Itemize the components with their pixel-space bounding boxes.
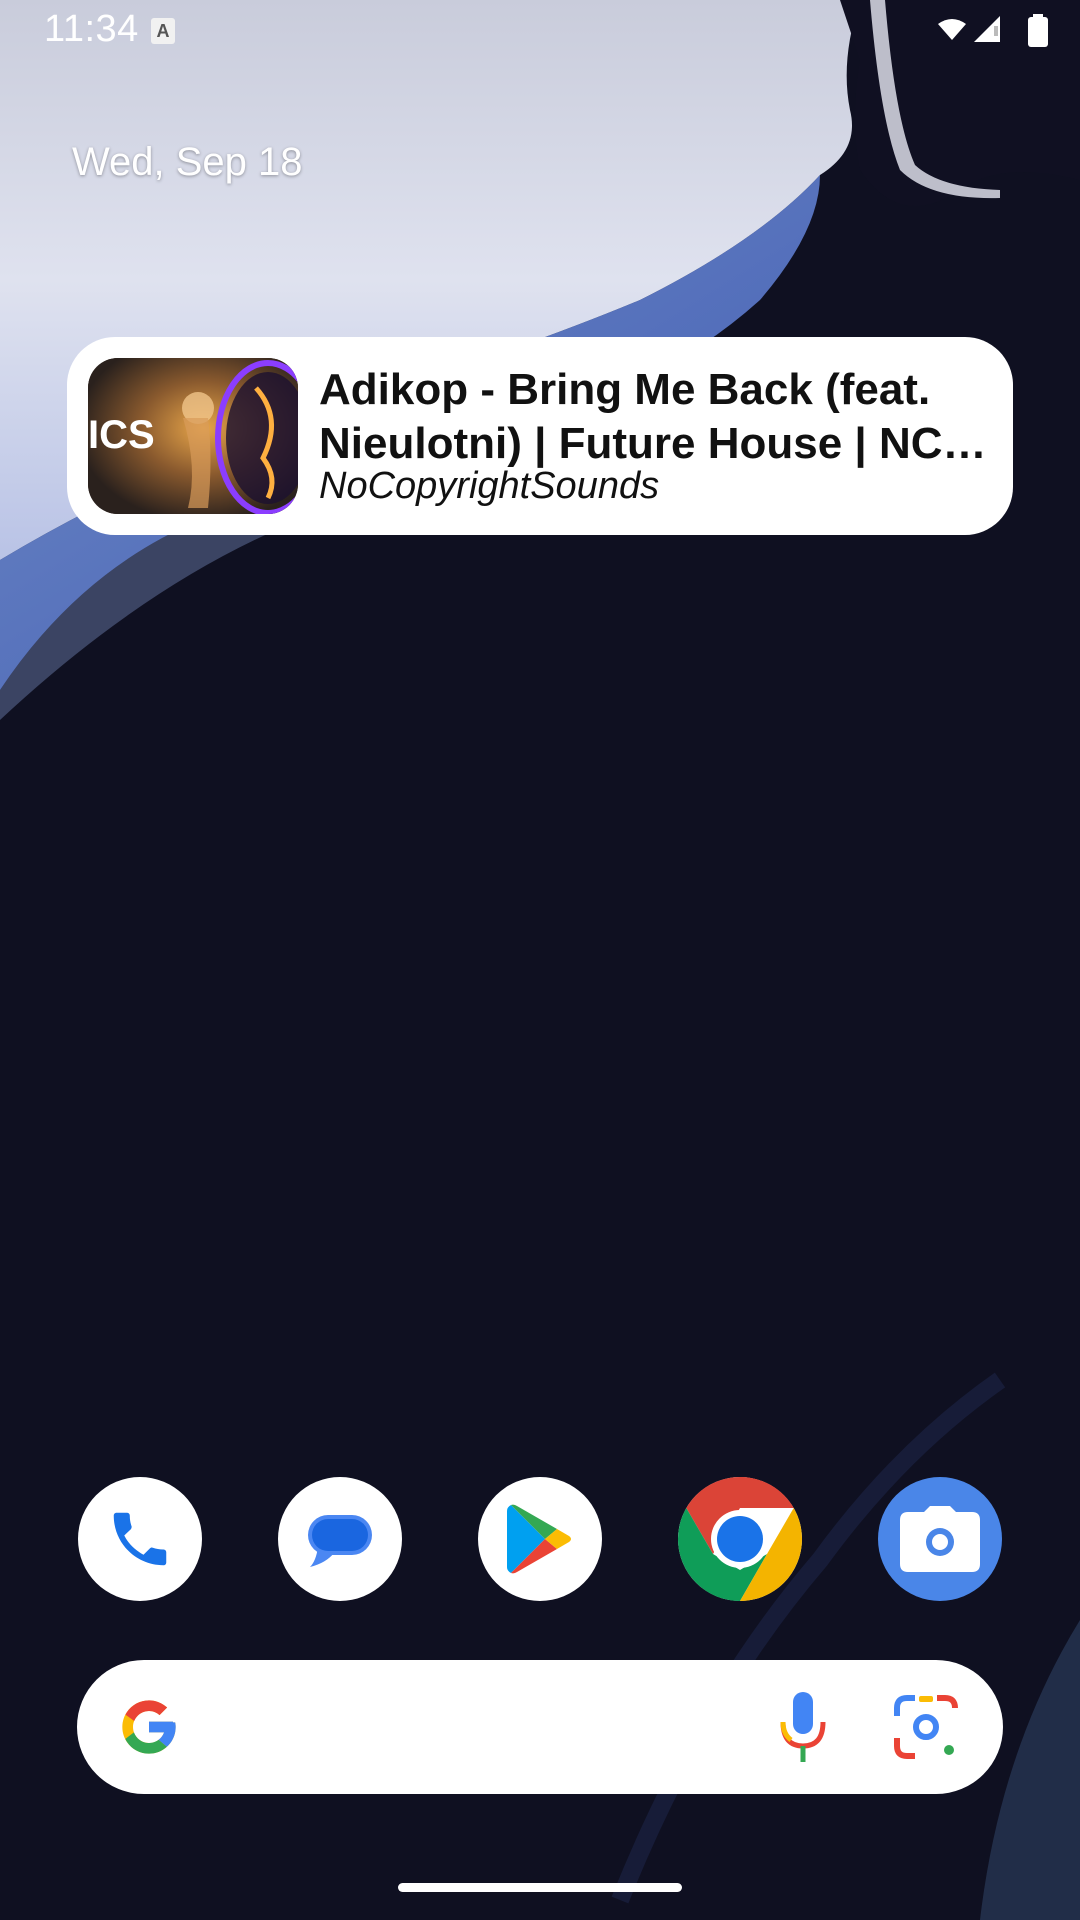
camera-icon <box>900 1506 980 1572</box>
play-store-app-icon[interactable] <box>478 1477 602 1601</box>
album-art-text: ICS <box>88 413 155 457</box>
battery-icon <box>1028 14 1048 47</box>
media-artist: NoCopyrightSounds <box>319 465 660 507</box>
play-store-icon <box>507 1504 571 1574</box>
album-art[interactable]: ICS <box>88 358 298 514</box>
phone-icon <box>113 1512 167 1566</box>
google-g-icon <box>122 1700 176 1754</box>
dock <box>0 1477 1080 1603</box>
messages-app-icon[interactable] <box>278 1477 402 1601</box>
messages-icon <box>308 1515 372 1567</box>
wallpaper <box>0 0 1080 1920</box>
media-widget[interactable]: ICS Adikop - Bring Me Back (feat. Nieulo… <box>67 337 1013 535</box>
wifi-icon <box>938 19 966 40</box>
camera-app-icon[interactable] <box>878 1477 1002 1601</box>
chrome-icon <box>678 1477 802 1601</box>
media-title: Adikop - Bring Me Back (feat. Nieulotni)… <box>319 365 987 468</box>
status-time: 11:34 <box>44 8 139 50</box>
status-bar: 11:34 A <box>0 0 1080 60</box>
phone-app-icon[interactable] <box>78 1477 202 1601</box>
gesture-nav-handle[interactable] <box>398 1883 682 1892</box>
status-icons <box>938 12 1058 52</box>
chrome-app-icon[interactable] <box>678 1477 802 1601</box>
search-bar[interactable] <box>77 1660 1003 1794</box>
lens-icon[interactable] <box>893 1694 959 1760</box>
cell-signal-icon <box>974 16 1000 42</box>
a-icon: A <box>151 18 175 44</box>
mic-icon[interactable] <box>777 1690 829 1764</box>
date-label[interactable]: Wed, Sep 18 <box>72 140 303 185</box>
